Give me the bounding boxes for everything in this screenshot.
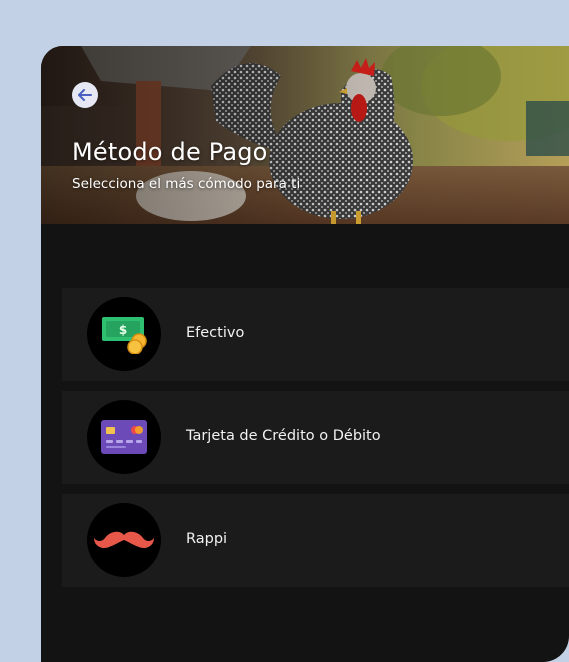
- mustache-icon: [94, 531, 154, 548]
- page-subtitle: Selecciona el más cómodo para ti: [72, 176, 301, 192]
- icon-circle: $: [87, 297, 161, 371]
- payment-option-label: Rappi: [186, 531, 228, 547]
- cash-icon: $: [102, 317, 147, 354]
- rooster-photo: [41, 46, 569, 224]
- app-screen: Método de Pago Selecciona el más cómodo …: [41, 46, 569, 662]
- payment-option-label: Efectivo: [186, 325, 245, 341]
- back-button[interactable]: [72, 82, 98, 108]
- payment-option-label: Tarjeta de Crédito o Débito: [186, 428, 381, 444]
- payment-option-rappi[interactable]: Rappi: [62, 494, 569, 587]
- icon-circle: [87, 400, 161, 474]
- payment-option-card[interactable]: Tarjeta de Crédito o Débito: [62, 391, 569, 484]
- payment-options-list: $ Efectivo Tarjeta de Crédito o Débito R…: [62, 288, 569, 597]
- hero-banner: Método de Pago Selecciona el más cómodo …: [41, 46, 569, 224]
- payment-option-cash[interactable]: $ Efectivo: [62, 288, 569, 381]
- credit-card-icon: [101, 420, 147, 454]
- svg-text:$: $: [119, 323, 127, 337]
- icon-circle: [87, 503, 161, 577]
- arrow-left-icon: [78, 89, 92, 101]
- outer-frame: Método de Pago Selecciona el más cómodo …: [0, 0, 569, 662]
- page-title: Método de Pago: [72, 138, 268, 166]
